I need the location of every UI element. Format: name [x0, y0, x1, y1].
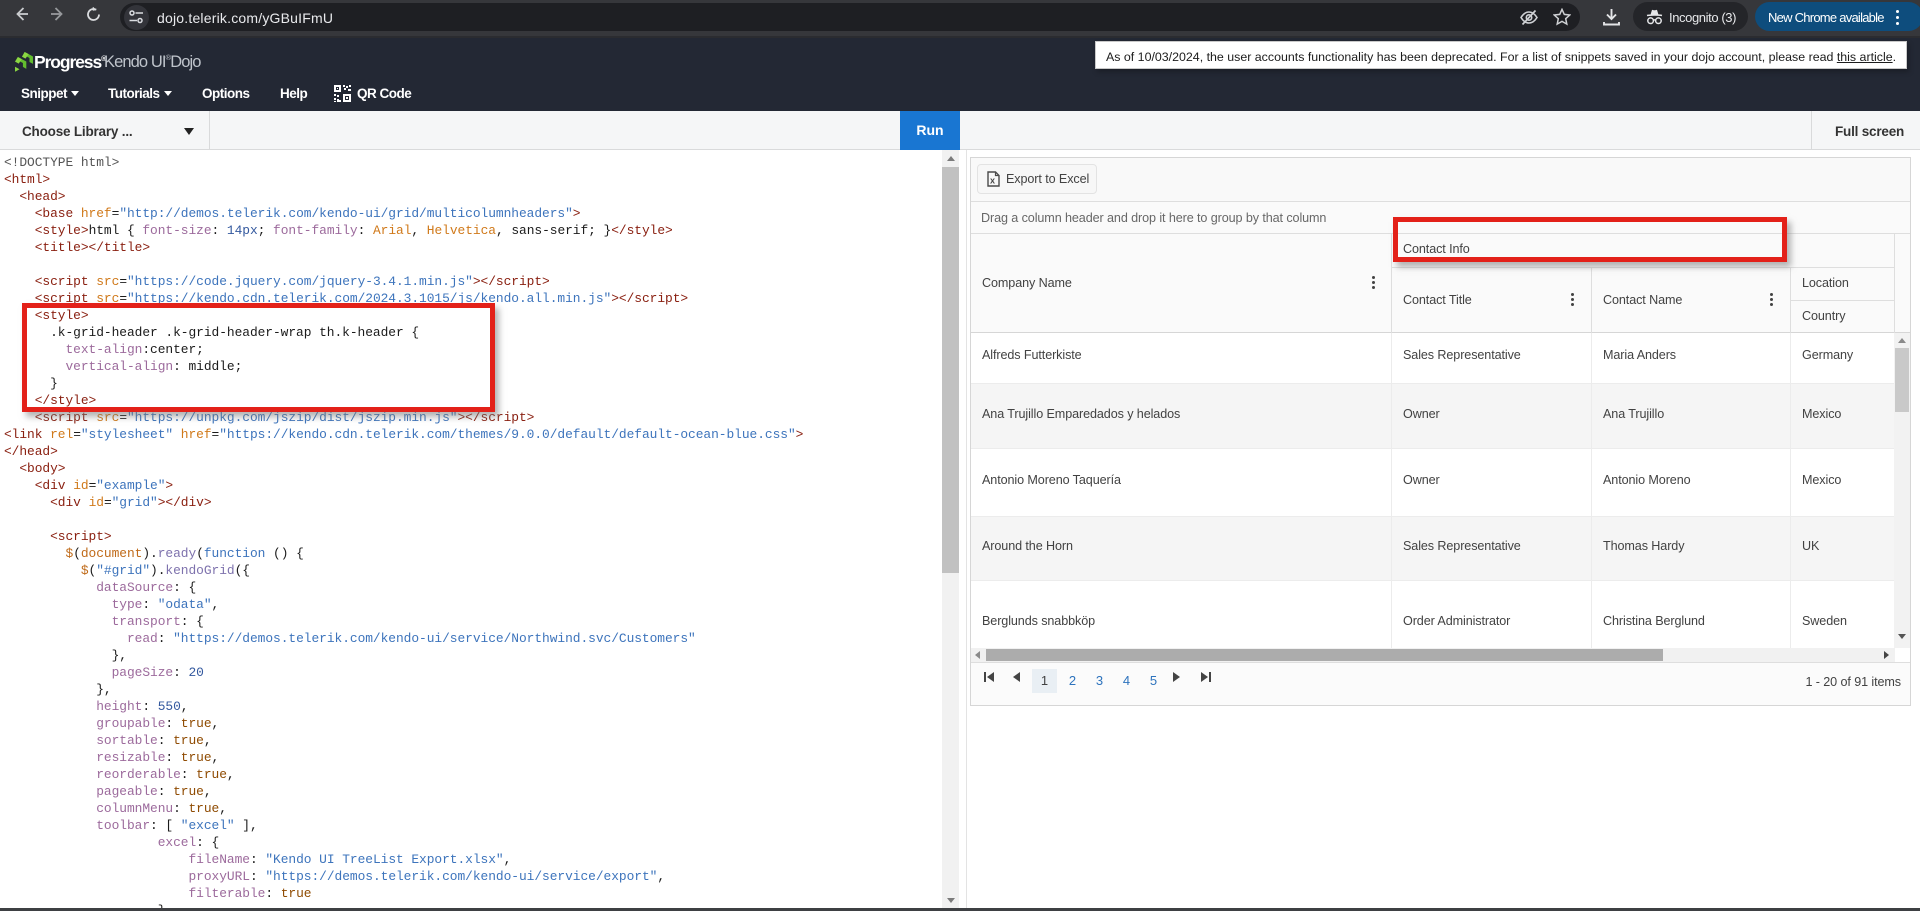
svg-text:x: x [990, 176, 995, 186]
